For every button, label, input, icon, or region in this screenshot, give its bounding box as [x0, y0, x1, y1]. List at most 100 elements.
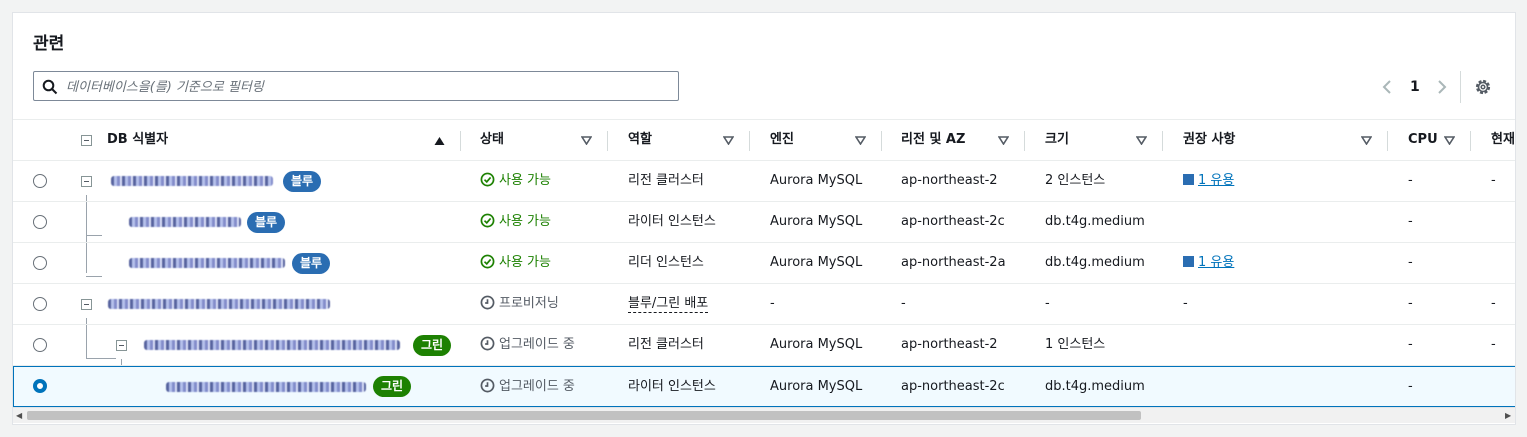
table-row[interactable]: 프로비저닝 블루/그린 배포 - - - - - -: [13, 284, 1515, 325]
region-cell: ap-northeast-2: [901, 173, 998, 188]
db-identifier-redacted[interactable]: [108, 299, 330, 309]
col-divider: [1024, 131, 1025, 151]
col-db-identifier[interactable]: DB 식별자: [107, 120, 168, 162]
db-identifier-redacted[interactable]: [111, 176, 273, 186]
sort-caret-icon[interactable]: [998, 136, 1009, 145]
role-cell: 라이터 인스턴스: [628, 214, 716, 229]
col-recommendations[interactable]: 권장 사항: [1183, 120, 1235, 162]
collapse-all-icon[interactable]: [81, 135, 92, 146]
status-cell: 프로비저닝: [480, 284, 559, 324]
size-cell: -: [1045, 296, 1050, 311]
blue-badge: 블루: [292, 253, 331, 274]
region-cell: ap-northeast-2c: [901, 214, 1005, 229]
role-cell: 리전 클러스터: [628, 337, 704, 352]
table-row[interactable]: 블루 사용 가능 리더 인스턴스 Aurora MySQL ap-northea…: [13, 243, 1515, 284]
row-select-radio[interactable]: [33, 174, 47, 188]
col-divider: [607, 131, 608, 151]
recommendation-link[interactable]: 1 유용: [1198, 173, 1234, 188]
sort-caret-icon[interactable]: [855, 136, 866, 145]
status-text: 프로비저닝: [499, 296, 559, 311]
row-select-radio[interactable]: [33, 297, 47, 311]
collapse-icon[interactable]: [81, 299, 92, 310]
clock-icon: [480, 336, 495, 351]
sort-caret-icon[interactable]: [723, 136, 734, 145]
col-role[interactable]: 역할: [628, 120, 652, 162]
region-cell: -: [901, 296, 906, 311]
cpu-cell: -: [1408, 173, 1413, 188]
cpu-cell: -: [1408, 379, 1413, 394]
blue-badge: 블루: [247, 212, 286, 233]
role-cell: 리전 클러스터: [628, 173, 704, 188]
blue-badge: 블루: [283, 171, 322, 192]
table-row-selected[interactable]: 그린 업그레이드 중 라이터 인스턴스 Aurora MySQL ap-nort…: [13, 366, 1515, 407]
scroll-right-icon[interactable]: ▶: [1505, 411, 1511, 420]
gear-icon[interactable]: [1474, 78, 1492, 96]
db-identifier-redacted[interactable]: [166, 382, 366, 392]
horizontal-scrollbar[interactable]: ◀ ▶: [13, 407, 1515, 423]
region-cell: ap-northeast-2c: [901, 379, 1005, 394]
table-row[interactable]: 블루 사용 가능 라이터 인스턴스 Aurora MySQL ap-northe…: [13, 202, 1515, 243]
size-cell: 2 인스턴스: [1045, 173, 1106, 188]
status-cell: 사용 가능: [480, 161, 551, 201]
sort-ascending-icon[interactable]: [434, 136, 445, 146]
sort-caret-icon[interactable]: [1444, 136, 1455, 145]
engine-cell: -: [770, 296, 775, 311]
role-cell: 라이터 인스턴스: [628, 379, 716, 394]
size-cell: 1 인스턴스: [1045, 337, 1106, 352]
search-field[interactable]: [33, 71, 679, 102]
pager-divider: [1460, 71, 1461, 103]
scroll-left-icon[interactable]: ◀: [16, 411, 22, 420]
table-row[interactable]: 블루 사용 가능 리전 클러스터 Aurora MySQL ap-northea…: [13, 161, 1515, 202]
role-text[interactable]: 블루/그린 배포: [628, 296, 709, 313]
cpu-cell: -: [1408, 337, 1413, 352]
db-identifier-redacted[interactable]: [129, 258, 285, 268]
db-identifier-redacted[interactable]: [129, 217, 241, 227]
col-region-az[interactable]: 리전 및 AZ: [901, 120, 965, 162]
col-status[interactable]: 상태: [480, 120, 504, 162]
sort-caret-icon[interactable]: [581, 136, 592, 145]
table-header: DB 식별자 상태 역할 엔진 리전 및 AZ 크기 권장 사항 CPU 현재: [13, 119, 1515, 162]
region-cell: ap-northeast-2: [901, 337, 998, 352]
col-engine[interactable]: 엔진: [770, 120, 794, 162]
check-circle-icon: [480, 213, 495, 228]
size-cell: db.t4g.medium: [1045, 214, 1145, 229]
current-cell: -: [1491, 173, 1496, 188]
scrollbar-thumb[interactable]: [27, 411, 1141, 420]
col-cpu[interactable]: CPU: [1408, 120, 1438, 162]
col-divider: [881, 131, 882, 151]
green-badge: 그린: [413, 335, 452, 356]
recommendation-cell: -: [1183, 296, 1188, 311]
current-cell: -: [1491, 337, 1496, 352]
role-cell: 블루/그린 배포: [628, 284, 709, 324]
col-current[interactable]: 현재: [1491, 120, 1515, 162]
row-select-radio[interactable]: [33, 256, 47, 270]
search-input[interactable]: [64, 72, 668, 102]
status-text: 사용 가능: [499, 255, 551, 270]
current-cell: -: [1491, 296, 1496, 311]
sort-caret-icon[interactable]: [1361, 136, 1372, 145]
status-cell: 업그레이드 중: [480, 367, 575, 407]
col-size[interactable]: 크기: [1045, 120, 1069, 162]
clock-icon: [480, 378, 495, 393]
row-select-radio[interactable]: [33, 215, 47, 229]
collapse-icon[interactable]: [116, 340, 127, 351]
row-select-radio[interactable]: [33, 379, 47, 393]
cpu-cell: -: [1408, 296, 1413, 311]
collapse-icon[interactable]: [81, 176, 92, 187]
table-row[interactable]: 그린 업그레이드 중 리전 클러스터 Aurora MySQL ap-north…: [13, 325, 1515, 366]
status-cell: 사용 가능: [480, 243, 551, 283]
recommendation-link[interactable]: 1 유용: [1198, 255, 1234, 270]
col-divider: [749, 131, 750, 151]
row-select-radio[interactable]: [33, 338, 47, 352]
page-number[interactable]: 1: [1410, 79, 1420, 95]
status-text: 업그레이드 중: [499, 379, 575, 394]
chevron-left-icon[interactable]: [1381, 79, 1393, 95]
col-divider: [1387, 131, 1388, 151]
col-divider: [1470, 131, 1471, 151]
sort-caret-icon[interactable]: [1136, 136, 1147, 145]
engine-cell: Aurora MySQL: [770, 214, 863, 229]
recommendation-cell[interactable]: 1 유용: [1183, 161, 1234, 201]
chevron-right-icon[interactable]: [1436, 79, 1448, 95]
recommendation-cell[interactable]: 1 유용: [1183, 243, 1234, 283]
db-identifier-redacted[interactable]: [144, 340, 400, 350]
